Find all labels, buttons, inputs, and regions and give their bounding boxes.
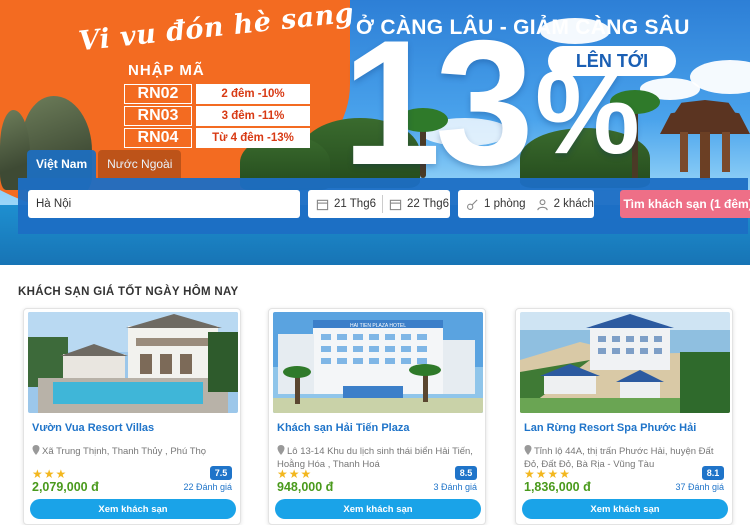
room-count[interactable]: 1 phòng: [484, 198, 526, 210]
checkout-date[interactable]: 22 Thg6: [407, 198, 449, 210]
hotel-card[interactable]: Lan Rừng Resort Spa Phước Hải Tỉnh lộ 44…: [515, 308, 733, 525]
tab-vietnam[interactable]: Việt Nam: [27, 150, 97, 178]
view-hotel-button[interactable]: Xem khách sạn: [275, 499, 481, 519]
promo-code: RN03: [124, 106, 192, 126]
search-panel: 21 Thg6 22 Thg6 1 phòng 2 khách Tìm khác…: [18, 178, 750, 234]
divider: [382, 195, 383, 213]
discount-number: 13: [342, 3, 534, 202]
review-count[interactable]: 3 Đánh giá: [433, 482, 477, 492]
promo-code: RN02: [124, 84, 192, 104]
pagoda-illustration: [660, 100, 750, 180]
promo-code-row: RN03 3 đêm -11%: [124, 106, 310, 126]
person-icon: [536, 198, 548, 210]
promo-code-heading: NHẬP MÃ: [128, 62, 205, 79]
destination-field[interactable]: [28, 190, 300, 218]
promo-code-desc: Từ 4 đêm -13%: [196, 128, 310, 148]
hotel-price: 948,000 đ: [277, 480, 334, 494]
promo-code-row: RN04 Từ 4 đêm -13%: [124, 128, 310, 148]
review-count[interactable]: 37 Đánh giá: [675, 482, 724, 492]
promo-banner[interactable]: Vi vu đón hè sang NHẬP MÃ RN02 2 đêm -10…: [0, 0, 750, 265]
destination-input[interactable]: [28, 190, 300, 218]
review-score-badge: 8.5: [455, 466, 477, 480]
section-title: KHÁCH SẠN GIÁ TỐT NGÀY HÔM NAY: [18, 286, 239, 298]
hotel-card[interactable]: Vườn Vua Resort Villas Xã Trung Thịnh, T…: [23, 308, 241, 525]
location-pin-icon: [32, 445, 40, 455]
view-hotel-button[interactable]: Xem khách sạn: [522, 499, 728, 519]
hotel-photo[interactable]: [28, 312, 238, 413]
guest-count[interactable]: 2 khách: [554, 198, 594, 210]
guests-field[interactable]: 1 phòng 2 khách: [458, 190, 594, 218]
hotel-price: 2,079,000 đ: [32, 480, 99, 494]
promo-code: RN04: [124, 128, 192, 148]
star-rating: ★★★: [277, 467, 313, 481]
calendar-icon: [316, 199, 329, 210]
star-rating: ★★★: [32, 467, 68, 481]
hotel-price: 1,836,000 đ: [524, 480, 591, 494]
hotel-address: Xã Trung Thịnh, Thanh Thủy , Phú Thọ: [32, 445, 236, 458]
calendar-icon: [389, 199, 402, 210]
location-pin-icon: [277, 445, 285, 455]
hotel-photo[interactable]: [520, 312, 730, 413]
search-hotels-button[interactable]: Tìm khách sạn (1 đêm): [620, 190, 750, 218]
hotel-name[interactable]: Khách sạn Hải Tiến Plaza: [277, 422, 409, 434]
hotel-name[interactable]: Lan Rừng Resort Spa Phước Hải: [524, 422, 696, 434]
review-score-badge: 7.5: [210, 466, 232, 480]
promo-code-desc: 3 đêm -11%: [196, 106, 310, 126]
star-rating: ★★★★: [524, 467, 572, 481]
tab-abroad[interactable]: Nước Ngoài: [98, 150, 182, 178]
hotel-address-text: Xã Trung Thịnh, Thanh Thủy , Phú Thọ: [42, 446, 207, 457]
review-count[interactable]: 22 Đánh giá: [183, 482, 232, 492]
hotel-name[interactable]: Vườn Vua Resort Villas: [32, 422, 154, 434]
key-icon: [467, 198, 478, 210]
promo-code-row: RN02 2 đêm -10%: [124, 84, 310, 104]
hotel-sign-text: HAI TIEN PLAZA HOTEL: [350, 323, 406, 329]
date-range-field[interactable]: 21 Thg6 22 Thg6: [308, 190, 450, 218]
search-tabs: Việt Nam Nước Ngoài: [27, 150, 182, 178]
view-hotel-button[interactable]: Xem khách sạn: [30, 499, 236, 519]
location-pin-icon: [524, 445, 532, 455]
checkin-date[interactable]: 21 Thg6: [334, 198, 376, 210]
up-to-badge: LÊN TỚI: [548, 46, 676, 76]
promo-code-desc: 2 đêm -10%: [196, 84, 310, 104]
review-score-badge: 8.1: [702, 466, 724, 480]
banner-headline: Ở CÀNG LÂU - GIẢM CÀNG SÂU: [356, 16, 690, 39]
hotel-photo[interactable]: HAI TIEN PLAZA HOTEL: [273, 312, 483, 413]
hotel-card[interactable]: HAI TIEN PLAZA HOTEL Khách sạn Hải Tiến …: [268, 308, 486, 525]
